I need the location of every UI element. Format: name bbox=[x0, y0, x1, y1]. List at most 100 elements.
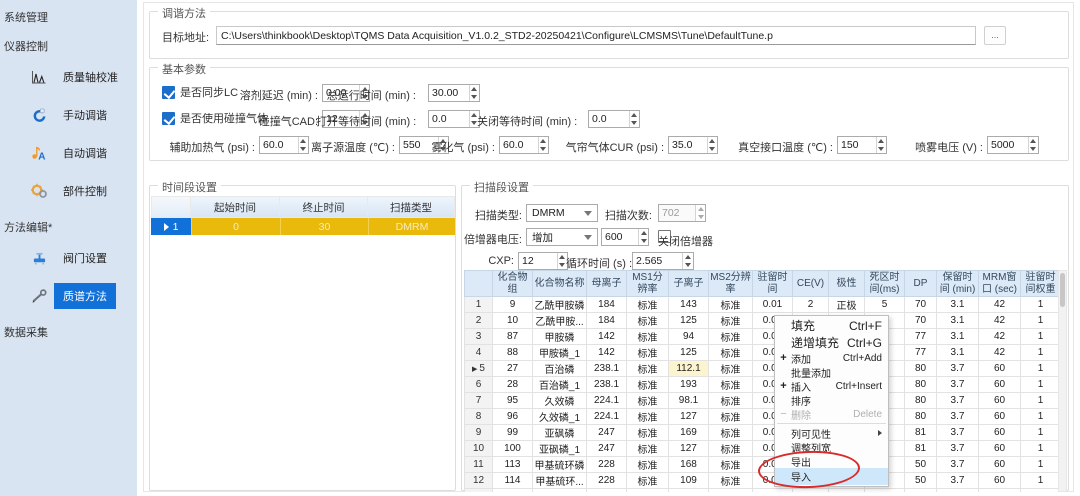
spinner-input[interactable] bbox=[500, 137, 538, 153]
mrm-cell[interactable]: 1 bbox=[1020, 472, 1060, 489]
menu-item-insert[interactable]: + 插入 Ctrl+Insert bbox=[775, 379, 888, 394]
sidebar-section-label[interactable]: 数据采集 bbox=[0, 315, 137, 344]
mrm-cell[interactable]: 60 bbox=[978, 472, 1021, 489]
time-segment-row[interactable]: 1 0 30 DMRM bbox=[151, 218, 455, 235]
table-row[interactable]: ▶ 5 27 百治磷 238.1 标准 112.1 标准 0.01 80 3.7 60 1 bbox=[464, 360, 1060, 377]
mrm-cell[interactable]: 88 bbox=[492, 344, 533, 361]
mrm-cell[interactable]: 247 bbox=[586, 440, 627, 457]
column-header[interactable] bbox=[464, 270, 493, 297]
mrm-cell[interactable]: 80 bbox=[904, 360, 937, 377]
mrm-cell[interactable]: 60 bbox=[978, 408, 1021, 425]
mrm-cell[interactable]: 77 bbox=[904, 328, 937, 345]
mrm-cell[interactable]: 标准 bbox=[626, 408, 669, 425]
column-header[interactable]: 子离子 bbox=[668, 270, 709, 297]
column-header[interactable]: DP bbox=[904, 270, 937, 297]
mrm-cell[interactable]: 1 bbox=[1020, 296, 1060, 313]
mrm-cell[interactable]: 标准 bbox=[626, 456, 669, 473]
mrm-cell[interactable]: 0.01 bbox=[752, 296, 793, 313]
mrm-cell[interactable]: 42 bbox=[978, 296, 1021, 313]
spinner-input[interactable] bbox=[633, 253, 683, 269]
mrm-cell[interactable]: 98.1 bbox=[668, 392, 709, 409]
mrm-cell[interactable]: 亚砜磷 bbox=[532, 424, 587, 441]
spinner-input[interactable] bbox=[589, 111, 629, 127]
mrm-cell[interactable]: 113 bbox=[492, 456, 533, 473]
mrm-cell[interactable]: 127 bbox=[668, 408, 709, 425]
spin-down-icon[interactable] bbox=[877, 145, 886, 153]
sidebar-item-ms-method[interactable]: 质谱方法 bbox=[0, 277, 137, 315]
spin-down-icon[interactable] bbox=[470, 93, 479, 101]
sidebar-item-valve-settings[interactable]: 阀门设置 bbox=[0, 239, 137, 277]
sidebar-section-label[interactable]: 方法编辑* bbox=[0, 210, 137, 239]
menu-item-export[interactable]: 导出 bbox=[775, 454, 888, 469]
sidebar-item-auto-tune[interactable]: A 自动调谐 bbox=[0, 134, 137, 172]
mrm-cell[interactable]: 1 bbox=[1020, 392, 1060, 409]
mrm-cell[interactable]: 1 bbox=[1020, 488, 1060, 492]
mrm-cell[interactable]: 亚砜磷_1 bbox=[532, 440, 587, 457]
menu-item-adjust-column-width[interactable]: 调整列宽 bbox=[775, 440, 888, 455]
mrm-cell[interactable]: 标准 bbox=[708, 440, 753, 457]
column-header[interactable]: 极性 bbox=[828, 270, 865, 297]
curtain-gas-spinner[interactable] bbox=[668, 136, 718, 154]
spinner-input[interactable] bbox=[260, 137, 298, 153]
mrm-cell[interactable]: 乙酰甲胺磷 bbox=[532, 296, 587, 313]
mrm-cell[interactable]: 228 bbox=[586, 472, 627, 489]
mrm-cell[interactable]: 183 bbox=[668, 488, 709, 492]
scrollbar-thumb[interactable] bbox=[1060, 273, 1065, 307]
sidebar-item-manual-tune[interactable]: 手动调谐 bbox=[0, 96, 137, 134]
mrm-cell[interactable]: 109 bbox=[668, 472, 709, 489]
row-header[interactable]: 7 bbox=[464, 392, 493, 409]
mrm-cell[interactable]: 1 bbox=[1020, 360, 1060, 377]
menu-item-column-visibility[interactable]: 列可见性 bbox=[775, 426, 888, 441]
time-segment-cell[interactable]: 0 bbox=[191, 218, 280, 235]
mrm-cell[interactable]: 42 bbox=[978, 328, 1021, 345]
spin-up-icon[interactable] bbox=[683, 253, 693, 261]
column-header[interactable]: 扫描类型 bbox=[368, 196, 455, 218]
mrm-cell[interactable]: 60 bbox=[978, 456, 1021, 473]
spin-up-icon[interactable] bbox=[539, 137, 548, 145]
spin-up-icon[interactable] bbox=[470, 85, 479, 93]
menu-item-delete[interactable]: − 删除 Delete bbox=[775, 407, 888, 422]
column-header[interactable]: 驻留时间 bbox=[752, 270, 793, 297]
mrm-cell[interactable]: 100 bbox=[492, 440, 533, 457]
row-header[interactable]: 1 bbox=[151, 218, 191, 235]
mrm-cell[interactable] bbox=[828, 488, 865, 492]
mrm-cell[interactable]: 3.7 bbox=[936, 376, 979, 393]
mrm-cell[interactable]: 标准 bbox=[626, 392, 669, 409]
mrm-cell[interactable]: 1 bbox=[1020, 424, 1060, 441]
mrm-cell[interactable]: 50 bbox=[904, 456, 937, 473]
row-header[interactable]: 2 bbox=[464, 312, 493, 329]
mrm-cell[interactable]: 标准 bbox=[626, 328, 669, 345]
browse-button[interactable]: ... bbox=[984, 26, 1006, 45]
mrm-cell[interactable]: 77 bbox=[904, 344, 937, 361]
mrm-cell[interactable]: 1 bbox=[1020, 456, 1060, 473]
column-header[interactable]: CE(V) bbox=[792, 270, 829, 297]
table-row[interactable]: 7 95 久效磷 224.1 标准 98.1 标准 0.01 80 3.7 60 1 bbox=[464, 392, 1060, 409]
row-header[interactable]: 8 bbox=[464, 408, 493, 425]
mrm-cell[interactable]: 142 bbox=[586, 328, 627, 345]
mrm-cell[interactable]: 60 bbox=[978, 424, 1021, 441]
row-header[interactable]: ▶ 5 bbox=[464, 360, 493, 377]
sync-lc-checkbox[interactable]: 是否同步LC bbox=[162, 84, 238, 100]
mrm-cell[interactable]: 标准 bbox=[708, 456, 753, 473]
sidebar-section-label[interactable]: 系统管理 bbox=[0, 0, 137, 29]
mrm-cell[interactable]: 143 bbox=[668, 296, 709, 313]
mrm-cell[interactable]: 169 bbox=[668, 424, 709, 441]
mrm-cell[interactable]: 42 bbox=[978, 344, 1021, 361]
mrm-cell[interactable]: 224.1 bbox=[586, 408, 627, 425]
mrm-cell[interactable]: 标准 bbox=[708, 360, 753, 377]
mrm-cell[interactable]: 60 bbox=[978, 392, 1021, 409]
cxp-spinner[interactable] bbox=[518, 252, 568, 270]
mrm-cell[interactable]: 5 bbox=[864, 296, 905, 313]
mrm-cell[interactable]: 224.1 bbox=[586, 392, 627, 409]
mrm-cell[interactable]: 3.7 bbox=[936, 488, 979, 492]
column-header[interactable]: MS2分辨率 bbox=[708, 270, 753, 297]
spinner-input[interactable] bbox=[602, 229, 638, 245]
spinner-input[interactable] bbox=[669, 137, 707, 153]
mrm-cell[interactable]: 正极 bbox=[828, 296, 865, 313]
spinner-input[interactable] bbox=[429, 85, 469, 101]
vertical-scrollbar[interactable] bbox=[1058, 270, 1067, 492]
mrm-cell[interactable]: 60 bbox=[978, 440, 1021, 457]
mrm-cell[interactable]: 80 bbox=[904, 488, 937, 492]
mrm-cell[interactable]: 60 bbox=[978, 376, 1021, 393]
mrm-cell[interactable]: 3.7 bbox=[936, 456, 979, 473]
